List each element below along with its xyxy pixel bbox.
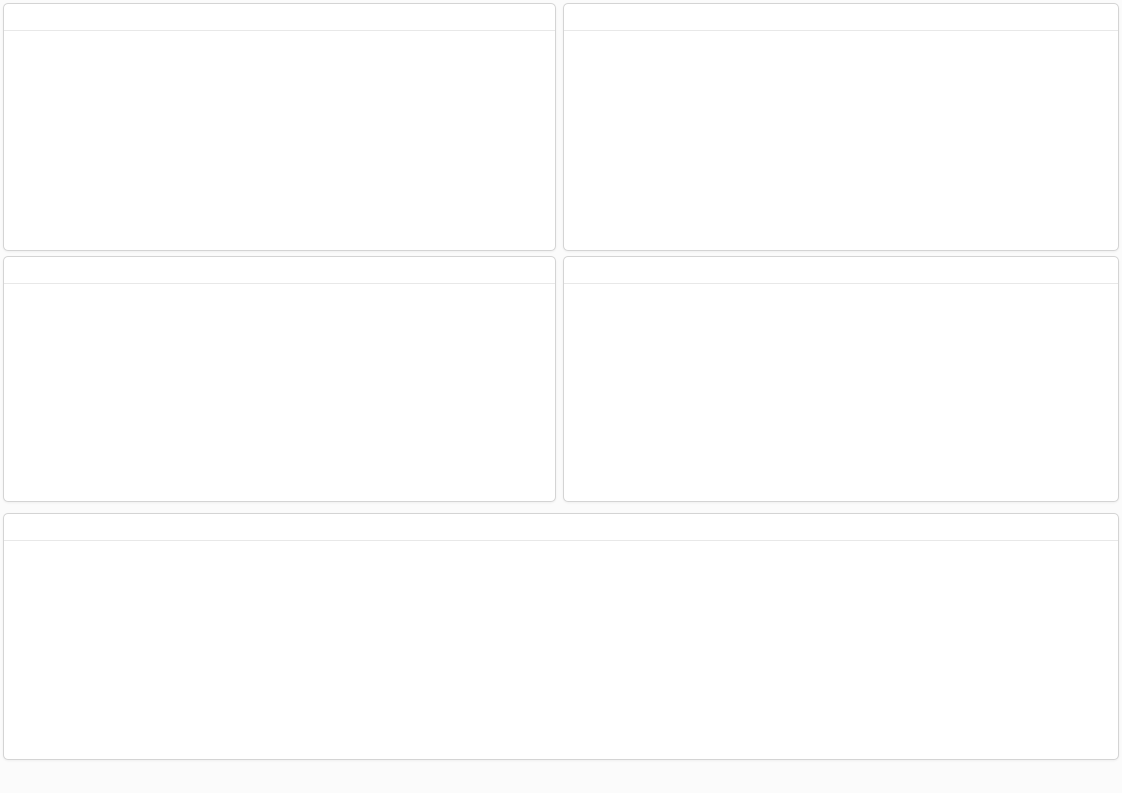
panel-brands: [3, 256, 556, 502]
brands-chart: [4, 257, 555, 501]
panel-title-territories: [564, 257, 1118, 284]
panel-development: [3, 3, 556, 251]
models-chart: [4, 514, 1118, 759]
segments-chart: [564, 4, 1118, 250]
panel-title-development: [4, 4, 555, 31]
panel-models: [3, 513, 1119, 760]
panel-territories: [563, 256, 1119, 502]
panel-segments: [563, 3, 1119, 251]
